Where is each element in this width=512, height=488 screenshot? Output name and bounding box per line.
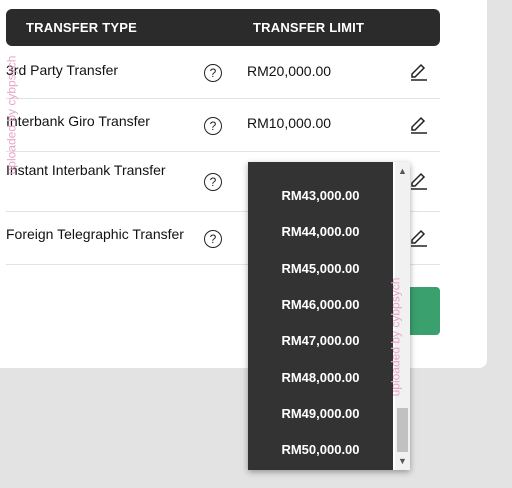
dropdown-option[interactable]: RM48,000.00 — [248, 360, 393, 396]
pencil-icon[interactable] — [408, 62, 428, 82]
question-mark-icon[interactable]: ? — [204, 117, 222, 135]
watermark-text: uploaded by cybpsych — [388, 277, 403, 397]
pencil-icon[interactable] — [408, 228, 428, 248]
scrollbar-thumb[interactable] — [397, 408, 408, 452]
dropdown-option[interactable]: RM46,000.00 — [248, 287, 393, 323]
transfer-type-label: 3rd Party Transfer — [6, 62, 119, 78]
header-transfer-type: TRANSFER TYPE — [26, 20, 137, 35]
question-mark-icon[interactable]: ? — [204, 64, 222, 82]
question-mark-icon[interactable]: ? — [204, 230, 222, 248]
transfer-limit-value: RM20,000.00 — [247, 63, 332, 79]
transfer-type-label: Foreign Telegraphic Transfer — [6, 226, 184, 242]
header-transfer-limit: TRANSFER LIMIT — [253, 20, 365, 35]
row-divider — [6, 98, 440, 99]
scroll-up-arrow-icon[interactable]: ▲ — [395, 164, 410, 178]
dropdown-option[interactable]: RM49,000.00 — [248, 396, 393, 432]
transfer-limit-dropdown[interactable]: RM43,000.00 RM44,000.00 RM45,000.00 RM46… — [248, 162, 410, 470]
transfer-limit-value: RM10,000.00 — [247, 115, 332, 131]
pencil-icon[interactable] — [408, 115, 428, 135]
dropdown-options: RM43,000.00 RM44,000.00 RM45,000.00 RM46… — [248, 162, 393, 470]
pencil-icon[interactable] — [408, 171, 428, 191]
dropdown-option[interactable]: RM43,000.00 — [248, 178, 393, 214]
transfer-type-label: Interbank Giro Transfer — [6, 113, 150, 129]
dropdown-option[interactable]: RM44,000.00 — [248, 214, 393, 250]
transfer-limit-card: TRANSFER TYPE TRANSFER LIMIT 3rd Party T… — [0, 0, 487, 368]
watermark-text: uploaded by cybpsych — [4, 55, 19, 175]
question-mark-icon[interactable]: ? — [204, 173, 222, 191]
dropdown-option[interactable]: RM45,000.00 — [248, 251, 393, 287]
transfer-type-label: Instant Interbank Transfer — [6, 162, 166, 178]
table-header: TRANSFER TYPE TRANSFER LIMIT — [6, 9, 440, 46]
row-divider — [6, 151, 440, 152]
dropdown-option[interactable]: RM50,000.00 — [248, 432, 393, 468]
dropdown-option[interactable]: RM47,000.00 — [248, 323, 393, 359]
scroll-down-arrow-icon[interactable]: ▼ — [395, 454, 410, 468]
